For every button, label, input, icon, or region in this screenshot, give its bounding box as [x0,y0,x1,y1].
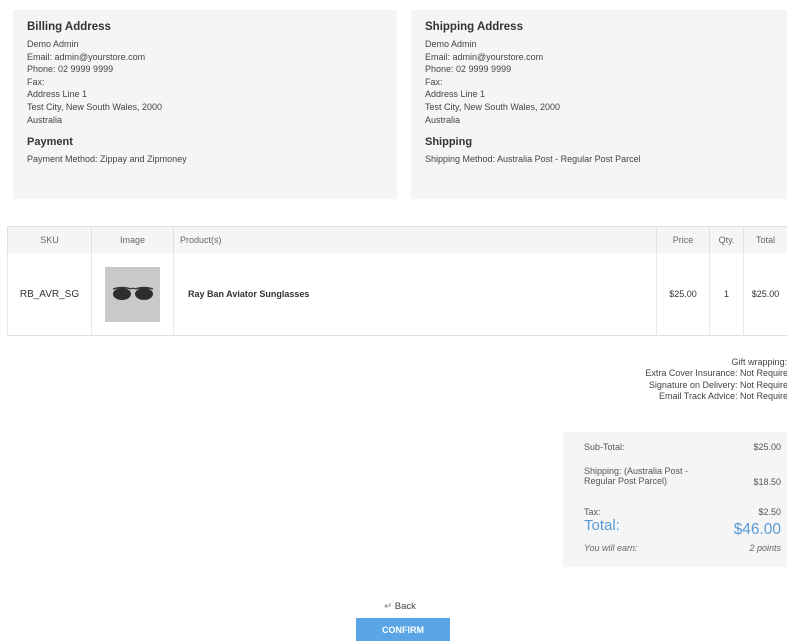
cell-sku: RB_AVR_SG [7,253,92,336]
payment-title: Payment [27,136,73,149]
header-sku: SKU [7,226,92,253]
shipping-country: Australia [425,114,461,125]
shipping-address-title: Shipping Address [425,21,523,33]
cell-total: $25.00 [743,253,787,336]
shipping-phone: Phone: 02 9999 9999 [425,64,512,75]
cell-qty: 1 [709,253,744,336]
cell-image [91,253,174,336]
shipping-address-line: Address Line 1 [425,89,486,100]
cell-price: $25.00 [656,253,710,336]
order-totals-panel: Sub-Total: $25.00 Shipping: (Australia P… [563,432,787,567]
grand-total-label: Total: [584,517,620,534]
cell-product-name[interactable]: Ray Ban Aviator Sunglasses [173,253,657,336]
shipping-cost-value: $18.50 [753,477,781,487]
grand-total-value: $46.00 [733,521,781,538]
billing-name: Demo Admin [27,39,79,49]
option-email-track: Email Track Advice: Not Required [658,391,787,402]
table-row: RB_AVR_SG Ray Ban Aviator Sunglasses $25… [7,253,787,336]
back-label: Back [394,601,416,612]
reward-points-value: 2 points [749,543,781,553]
confirm-button[interactable]: CONFIRM [356,618,450,641]
shipping-cost-row: Shipping: (Australia Post - Regular Post… [584,466,781,507]
order-items-table: SKU Image Product(s) Price Qty. Total RB… [7,226,787,336]
product-thumbnail[interactable] [105,266,160,322]
shipping-options: Gift wrapping: No Extra Cover Insurance:… [560,357,787,403]
reward-points-row: You will earn: 2 points [584,543,781,555]
header-total: Total [743,226,787,253]
header-qty: Qty. [709,226,744,253]
header-products: Product(s) [173,226,657,253]
shipping-fax: Fax: [425,76,443,87]
payment-method: Payment Method: Zippay and Zipmoney [27,154,187,165]
shipping-city: Test City, New South Wales, 2000 [425,101,561,112]
shipping-name: Demo Admin [425,39,477,49]
billing-address-title: Billing Address [27,21,111,33]
option-gift-wrapping: Gift wrapping: No [731,357,787,367]
billing-address-panel: Billing Address Demo Admin Email: admin@… [13,10,397,199]
tax-label: Tax: [584,507,601,517]
option-extra-cover: Extra Cover Insurance: Not Required [645,368,787,379]
billing-fax: Fax: [27,76,45,87]
billing-country: Australia [27,114,63,125]
option-signature: Signature on Delivery: Not Required [648,379,787,390]
grand-total-row: Total: $46.00 [584,517,781,541]
header-price: Price [656,226,710,253]
shipping-address-panel: Shipping Address Demo Admin Email: admin… [411,10,787,199]
header-image: Image [91,226,174,253]
sunglasses-icon [112,286,153,300]
billing-address-line: Address Line 1 [27,89,88,100]
back-link[interactable]: ↵ Back [350,601,450,612]
shipping-email: Email: admin@yourstore.com [425,51,544,62]
shipping-method: Shipping Method: Australia Post - Regula… [425,154,641,165]
shipping-title: Shipping [425,136,473,149]
reward-points-label: You will earn: [584,543,638,553]
subtotal-value: $25.00 [753,442,781,452]
return-arrow-icon: ↵ [384,601,393,612]
subtotal-row: Sub-Total: $25.00 [584,442,781,458]
tax-value: $2.50 [758,507,781,517]
shipping-cost-label: Shipping: (Australia Post - Regular Post… [584,466,689,486]
billing-phone: Phone: 02 9999 9999 [27,64,114,75]
table-header-row: SKU Image Product(s) Price Qty. Total [7,226,787,253]
billing-email: Email: admin@yourstore.com [27,51,146,62]
subtotal-label: Sub-Total: [584,442,625,452]
billing-city: Test City, New South Wales, 2000 [27,101,163,112]
